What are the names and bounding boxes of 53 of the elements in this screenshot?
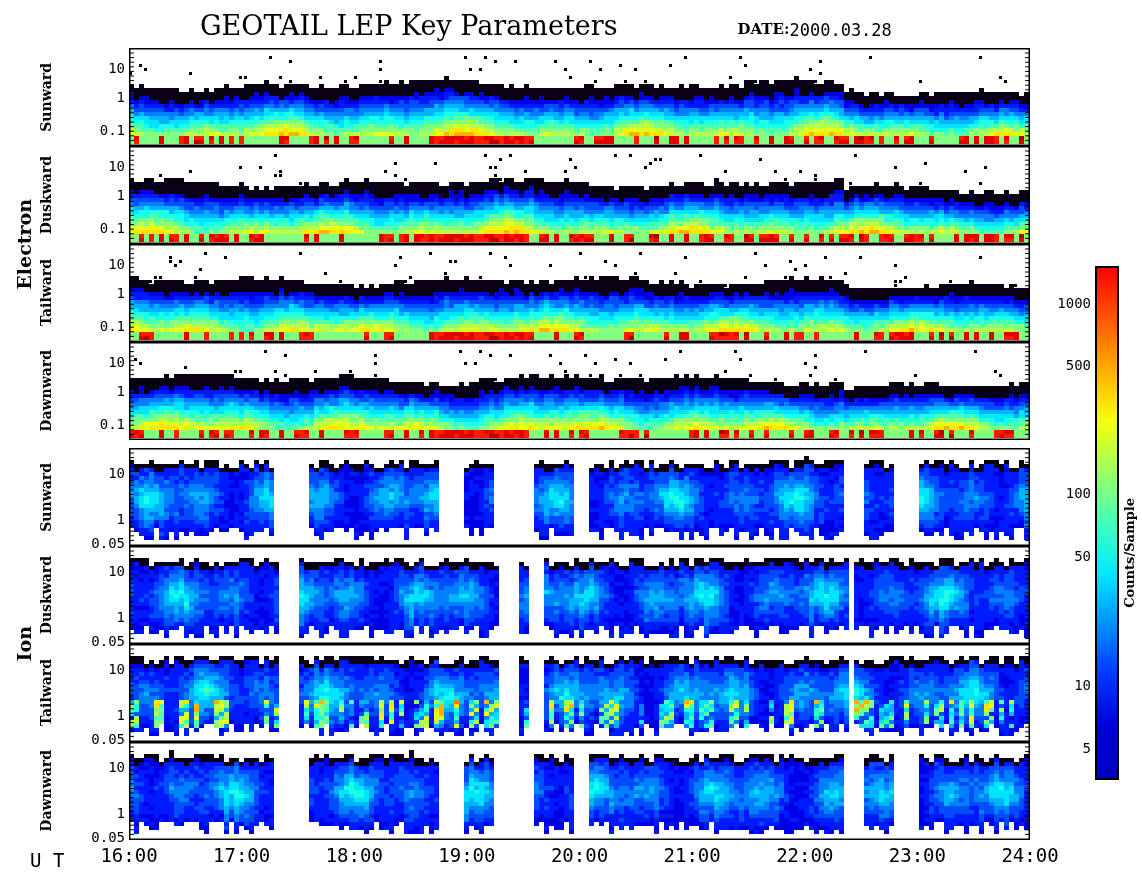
axis-tick-label: 10	[108, 759, 125, 774]
axis-tick-label: 1	[116, 286, 125, 300]
axis-tick-label: 20:00	[550, 846, 609, 865]
axis-tick-label: 0.05	[91, 634, 125, 649]
axis-tick-label: 10	[108, 158, 125, 173]
axis-tick-label: 1	[116, 609, 125, 624]
axis-tick-label: 1	[116, 707, 125, 722]
axis-tick-label: 1	[116, 511, 125, 526]
colorbar-tick-label: 500	[1065, 358, 1091, 372]
axis-tick-label: 21:00	[663, 846, 721, 865]
axis-tick-label: 23:00	[888, 846, 946, 865]
axis-tick-label: 10	[108, 661, 125, 676]
axis-tick-label: 10	[108, 354, 125, 369]
panel-label: Dawnward	[39, 350, 53, 432]
colorbar-tick-label: 100	[1065, 486, 1091, 500]
axis-tick-label: 0.05	[91, 732, 125, 747]
axis-tick-label: 10	[108, 256, 125, 271]
axis-tick-label: 0.1	[99, 221, 125, 236]
panel-label: Sunward	[39, 462, 53, 532]
group-label: Ion	[15, 626, 34, 662]
panel-label: Duskward	[39, 155, 53, 235]
chart-title: GEOTAIL LEP Key Parameters	[200, 9, 618, 43]
axis-tick-label: 1	[116, 805, 125, 820]
colorbar-label: Counts/Sample	[1123, 498, 1136, 608]
colorbar-tick-label: 5	[1082, 741, 1091, 755]
colorbar-tick-label: 1000	[1057, 296, 1091, 310]
axis-tick-label: 0.1	[99, 417, 125, 432]
date-value: 2000.03.28	[789, 22, 892, 42]
axis-tick-label: 24:00	[1001, 846, 1059, 865]
colorbar-tick-label: 10	[1074, 678, 1091, 692]
axis-tick-label: 1	[116, 384, 125, 398]
axis-tick-label: 16:00	[100, 846, 158, 865]
axis-tick-label: 0.1	[99, 123, 125, 138]
panel-label: Dawnward	[39, 750, 53, 832]
axis-tick-label: 0.1	[99, 319, 125, 334]
axis-tick-label: 10	[108, 465, 125, 480]
axis-tick-label: 17:00	[213, 846, 271, 865]
panel-label: Tailward	[39, 259, 53, 327]
axis-tick-label: 10	[108, 60, 125, 75]
axis-tick-label: 0.05	[91, 536, 125, 551]
axis-tick-label: 1	[116, 90, 125, 104]
axis-tick-label: 0.05	[91, 830, 125, 845]
axis-tick-label: 22:00	[776, 846, 834, 865]
group-label: Electron	[15, 198, 34, 290]
colorbar-tick-label: 50	[1074, 549, 1091, 563]
axis-tick-label: 19:00	[438, 846, 496, 865]
date-label: DATE:	[737, 22, 790, 40]
panel-label: Duskward	[39, 555, 53, 635]
panel-label: Sunward	[39, 62, 53, 132]
axis-tick-label: 18:00	[325, 846, 383, 865]
axis-tick-label: 1	[116, 188, 125, 202]
panel-label: Tailward	[39, 659, 53, 727]
axis-tick-label: 10	[108, 563, 125, 578]
